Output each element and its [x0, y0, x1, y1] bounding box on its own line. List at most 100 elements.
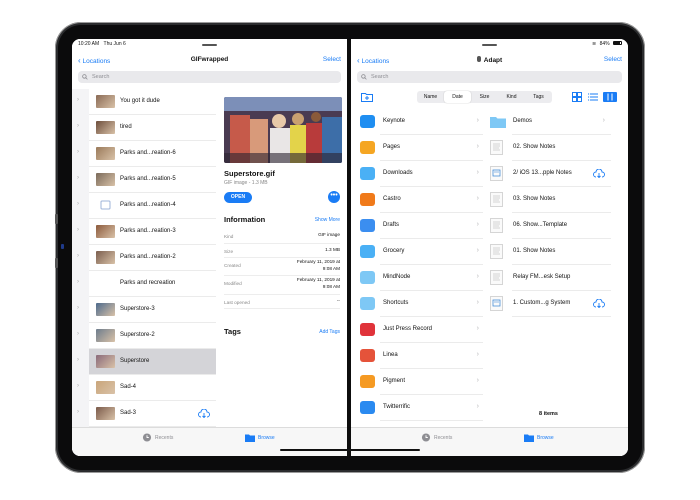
list-item-label: Parks and...reation-6	[120, 150, 176, 156]
document-icon	[490, 192, 503, 207]
cloud-download-icon[interactable]	[198, 409, 210, 418]
location-item[interactable]: Keynote ›	[356, 109, 483, 135]
list-item[interactable]: Superstore	[89, 349, 216, 375]
home-indicator[interactable]	[280, 449, 420, 451]
file-item[interactable]: 1. Custom...g System	[486, 291, 611, 317]
search-icon	[361, 74, 367, 80]
multitask-handle[interactable]	[482, 44, 497, 46]
info-key: Modified	[224, 281, 242, 286]
location-item[interactable]: Pages ›	[356, 135, 483, 161]
clock-icon	[142, 433, 152, 442]
file-item[interactable]: 03. Show Notes	[486, 187, 611, 213]
list-item-label: Parks and...reation-3	[120, 228, 176, 234]
list-item[interactable]: Sad-3	[89, 401, 216, 427]
gif-preview[interactable]	[224, 97, 342, 163]
app-folder-icon	[360, 401, 375, 414]
location-item[interactable]: Twitterrific ›	[356, 395, 483, 421]
chevron-right-icon: ›	[77, 357, 79, 363]
status-bar: 10:20 AM Thu Jun 6	[78, 41, 126, 49]
select-button[interactable]: Select	[323, 56, 341, 63]
file-label: 1. Custom...g System	[513, 300, 571, 306]
ipad-device: 10:20 AM Thu Jun 6 ‹ Locations GIFwrappe…	[55, 22, 645, 473]
list-item[interactable]: Sad-4	[89, 375, 216, 401]
list-item[interactable]: Superstore-3	[89, 297, 216, 323]
sort-option-tags[interactable]: Tags	[525, 91, 552, 103]
location-item[interactable]: Linea ›	[356, 343, 483, 369]
list-item[interactable]: Parks and...reation-5	[89, 167, 216, 193]
multitask-handle[interactable]	[202, 44, 217, 46]
collapsed-sidebar[interactable]: › › › › › › › › › › › › ›	[72, 89, 89, 427]
list-item[interactable]: You got it dude	[89, 89, 216, 115]
location-item[interactable]: Grocery ›	[356, 239, 483, 265]
placeholder-file-icon	[96, 199, 115, 212]
tab-recents[interactable]: Recents	[421, 428, 461, 448]
location-item[interactable]: Downloads ›	[356, 161, 483, 187]
file-item[interactable]: Demos ›	[486, 109, 611, 135]
tab-browse[interactable]: Browse	[524, 428, 564, 448]
list-item[interactable]: tired	[89, 115, 216, 141]
info-key: Kind	[224, 234, 234, 239]
tab-browse[interactable]: Browse	[245, 428, 285, 448]
list-item-label: Parks and...reation-5	[120, 176, 176, 182]
new-folder-icon[interactable]	[361, 92, 373, 102]
location-label: Downloads	[383, 170, 413, 176]
list-item[interactable]: Parks and...reation-3	[89, 219, 216, 245]
open-button[interactable]: OPEN	[224, 192, 252, 203]
chevron-right-icon: ›	[476, 377, 479, 384]
list-item-label: Sad-3	[120, 410, 137, 416]
search-input[interactable]: Search	[78, 71, 341, 83]
app-folder-icon	[360, 323, 375, 336]
battery-percent: 84%	[599, 41, 610, 47]
grid-view-icon[interactable]	[572, 92, 582, 102]
cloud-download-icon[interactable]	[593, 299, 605, 308]
sort-option-kind[interactable]: Kind	[498, 91, 525, 103]
location-item[interactable]: Shortcuts ›	[356, 291, 483, 317]
tab-recents[interactable]: Recents	[142, 428, 182, 448]
location-label: Pigment	[383, 378, 406, 384]
location-label: Grocery	[383, 248, 405, 254]
screen: 10:20 AM Thu Jun 6 ‹ Locations GIFwrappe…	[72, 39, 628, 456]
select-button[interactable]: Select	[604, 56, 622, 63]
file-item[interactable]: 02. Show Notes	[486, 135, 611, 161]
sort-option-name[interactable]: Name	[417, 91, 444, 103]
note-file-icon	[490, 166, 503, 181]
location-label: Pages	[383, 144, 401, 150]
cloud-download-icon[interactable]	[593, 169, 605, 178]
search-input[interactable]: Search	[357, 71, 622, 83]
list-item[interactable]: Superstore-2	[89, 323, 216, 349]
location-item[interactable]: Drafts ›	[356, 213, 483, 239]
location-label: Twitterrific	[383, 404, 410, 410]
app-folder-icon	[360, 375, 375, 388]
info-value: February 11, 2019 at 9:08 AM	[296, 277, 340, 289]
file-item[interactable]: Relay FM...esk Setup	[486, 265, 611, 291]
location-item[interactable]: Just Press Record ›	[356, 317, 483, 343]
document-icon	[490, 244, 503, 259]
tab-browse-label: Browse	[258, 435, 275, 441]
files-pane: ≋ 84% ‹ Locations Adapt Select Search Na…	[351, 39, 628, 456]
file-item[interactable]: 01. Show Notes	[486, 239, 611, 265]
app-folder-icon	[360, 115, 375, 128]
file-item[interactable]: 06. Show...Template	[486, 213, 611, 239]
folder-icon	[524, 434, 534, 442]
chevron-right-icon: ›	[476, 169, 479, 176]
tab-recents-label: Recents	[434, 435, 453, 441]
side-button	[55, 214, 58, 224]
list-item[interactable]: Parks and recreation	[89, 271, 216, 297]
show-more-link[interactable]: Show More	[315, 217, 340, 223]
sort-option-size[interactable]: Size	[471, 91, 498, 103]
more-button[interactable]: •••	[328, 191, 340, 203]
folder-icon	[245, 434, 255, 442]
list-item[interactable]: Parks and...reation-2	[89, 245, 216, 271]
column-view-icon[interactable]	[603, 92, 617, 102]
sort-option-date[interactable]: Date	[444, 91, 471, 103]
add-tags-link[interactable]: Add Tags	[319, 329, 340, 335]
location-item[interactable]: MindNode ›	[356, 265, 483, 291]
page-title: Adapt	[351, 56, 628, 64]
list-item[interactable]: Parks and...reation-4	[89, 193, 216, 219]
list-view-icon[interactable]	[588, 92, 598, 102]
file-item[interactable]: 2/ iOS 13...pple Notes	[486, 161, 611, 187]
location-item[interactable]: Castro ›	[356, 187, 483, 213]
list-item-label: tired	[120, 124, 132, 130]
location-item[interactable]: Pigment ›	[356, 369, 483, 395]
list-item[interactable]: Parks and...reation-6	[89, 141, 216, 167]
